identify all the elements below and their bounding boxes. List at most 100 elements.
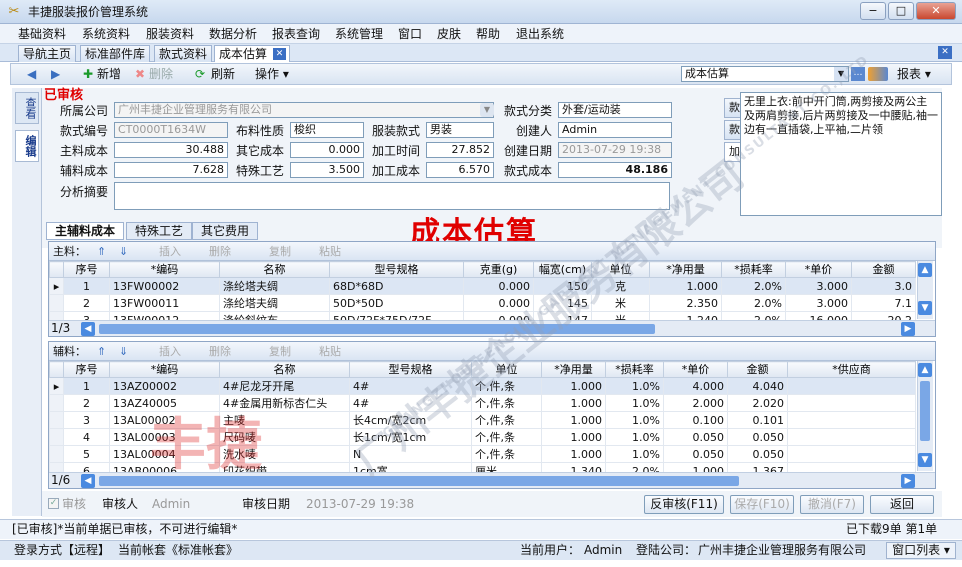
table-cell[interactable]: 1 — [63, 277, 110, 295]
table-cell[interactable]: 1.000 — [541, 428, 606, 446]
column-header[interactable]: *供应商 — [787, 361, 916, 378]
table-cell[interactable]: 1.0% — [605, 428, 664, 446]
more-icon[interactable]: … — [851, 67, 865, 81]
scroll-thumb[interactable] — [99, 476, 739, 486]
table-cell[interactable]: 4#尼龙牙开尾 — [219, 377, 350, 395]
move-up-icon[interactable]: ⇑ — [97, 342, 106, 361]
column-header[interactable]: 金额 — [727, 361, 788, 378]
table-cell[interactable]: 3 — [63, 411, 110, 429]
report-menu[interactable]: 报表 ▾ — [897, 67, 931, 81]
column-header[interactable]: 型号规格 — [349, 361, 472, 378]
tab-home[interactable]: 导航主页 — [18, 45, 77, 62]
table-cell[interactable]: 13AZ00002 — [109, 377, 220, 395]
column-header[interactable]: *净用量 — [649, 261, 722, 278]
tab-cost-estimate[interactable]: 成本估算 ✕ — [214, 45, 291, 62]
column-header[interactable]: 克重(g) — [463, 261, 534, 278]
table-cell[interactable]: 4# — [349, 394, 472, 412]
table-cell[interactable]: 0.000 — [463, 277, 534, 295]
menu-help[interactable]: 帮助 — [476, 27, 500, 41]
table-cell[interactable]: 1.000 — [541, 445, 606, 463]
main-cost-field[interactable]: 30.488 — [114, 142, 228, 158]
table-cell[interactable]: 1.0% — [605, 411, 664, 429]
close-button[interactable]: ✕ — [916, 2, 956, 20]
column-header[interactable]: 序号 — [63, 261, 110, 278]
table-cell[interactable]: 1.0% — [605, 394, 664, 412]
table-cell[interactable]: 4#金属用新标杏仁头 — [219, 394, 350, 412]
table-cell[interactable] — [787, 377, 916, 395]
table-cell[interactable]: 4.040 — [727, 377, 788, 395]
table-cell[interactable]: 2 — [63, 294, 110, 312]
move-down-icon[interactable]: ⇓ — [119, 342, 128, 361]
table-cell[interactable] — [787, 445, 916, 463]
column-header[interactable]: *编码 — [109, 261, 220, 278]
table-cell[interactable]: 1.0% — [605, 445, 664, 463]
column-header[interactable]: *单价 — [785, 261, 852, 278]
table-cell[interactable]: 68D*68D — [329, 277, 464, 295]
table-row[interactable]: 4 13AL00003 尺码唛 长1cm/宽1cm 个,件,条 1.000 1.… — [49, 428, 916, 446]
form-select[interactable]: 成本估算 ▼ — [681, 66, 849, 82]
table-cell[interactable]: 0.101 — [727, 411, 788, 429]
next-record-icon[interactable]: ▶ — [51, 67, 60, 81]
table-row[interactable]: 2 13AZ40005 4#金属用新标杏仁头 4# 个,件,条 1.000 1.… — [49, 394, 916, 412]
table-cell[interactable]: 1.0% — [605, 377, 664, 395]
table-cell[interactable] — [787, 394, 916, 412]
table-cell[interactable]: 个,件,条 — [471, 445, 542, 463]
table-cell[interactable]: 13AZ40005 — [109, 394, 220, 412]
process-time-field[interactable]: 27.852 — [426, 142, 494, 158]
add-icon[interactable]: ✚ — [83, 67, 93, 81]
table-cell[interactable]: 150 — [533, 277, 592, 295]
table-cell[interactable]: 个,件,条 — [471, 411, 542, 429]
table-cell[interactable] — [787, 428, 916, 446]
table-cell[interactable]: 7.1 — [851, 294, 916, 312]
table-cell[interactable]: 5 — [63, 445, 110, 463]
column-header[interactable]: *单价 — [663, 361, 728, 378]
menu-system-data[interactable]: 系统资料 — [82, 27, 130, 41]
table-cell[interactable]: 米 — [591, 294, 650, 312]
tab-special-process[interactable]: 特殊工艺 — [126, 222, 193, 240]
menu-window[interactable]: 窗口 — [398, 27, 422, 41]
prev-record-icon[interactable]: ◀ — [27, 67, 36, 81]
table-cell[interactable]: 克 — [591, 277, 650, 295]
style-description-text[interactable]: 无里上衣:前中开门筒,两剪接及两公主及两肩剪接,后片两剪接及一中腰贴,袖一边有一… — [740, 92, 942, 216]
scroll-up-icon[interactable]: ▲ — [918, 363, 932, 377]
table-cell[interactable] — [787, 411, 916, 429]
table-cell[interactable]: 13FW00002 — [109, 277, 220, 295]
menu-analysis[interactable]: 数据分析 — [209, 27, 257, 41]
table-cell[interactable]: 2.0% — [721, 294, 786, 312]
table-cell[interactable]: 3.000 — [785, 294, 852, 312]
table-cell[interactable]: 1 — [63, 377, 110, 395]
minimize-button[interactable]: − — [860, 2, 886, 20]
column-header[interactable]: 金额 — [851, 261, 916, 278]
refresh-button[interactable]: 刷新 — [211, 67, 235, 81]
table-cell[interactable]: 13FW00011 — [109, 294, 220, 312]
move-down-icon[interactable]: ⇓ — [119, 242, 128, 261]
chart-icon[interactable] — [868, 67, 888, 81]
table-cell[interactable]: 4# — [349, 377, 472, 395]
scroll-down-icon[interactable]: ▼ — [918, 301, 932, 315]
table-cell[interactable]: 0.050 — [727, 445, 788, 463]
column-header[interactable]: *损耗率 — [605, 361, 664, 378]
menu-garment[interactable]: 服装资料 — [146, 27, 194, 41]
back-button[interactable]: 返回 — [870, 495, 934, 514]
process-cost-field[interactable]: 6.570 — [426, 162, 494, 178]
column-header[interactable]: *编码 — [109, 361, 220, 378]
table-cell[interactable]: 13AL00003 — [109, 428, 220, 446]
move-up-icon[interactable]: ⇑ — [97, 242, 106, 261]
analysis-field[interactable] — [114, 182, 670, 210]
table-cell[interactable]: N — [349, 445, 472, 463]
column-header[interactable]: 序号 — [63, 361, 110, 378]
table-cell[interactable]: 4.000 — [663, 377, 728, 395]
table-cell[interactable]: 1.000 — [541, 377, 606, 395]
table-cell[interactable]: 0.050 — [663, 445, 728, 463]
column-header[interactable]: 名称 — [219, 261, 330, 278]
table-cell[interactable]: 0.050 — [727, 428, 788, 446]
table-cell[interactable]: 3.0 — [851, 277, 916, 295]
table-cell[interactable]: 13AL00004 — [109, 445, 220, 463]
tab-other-fees[interactable]: 其它费用 — [192, 222, 259, 240]
special-field[interactable]: 3.500 — [290, 162, 364, 178]
other-cost-field[interactable]: 0.000 — [290, 142, 364, 158]
scroll-thumb[interactable] — [99, 324, 655, 334]
table-row[interactable]: 2 13FW00011 涤纶塔夫绸 50D*50D 0.000 145 米 2.… — [49, 294, 916, 312]
table-cell[interactable]: 2 — [63, 394, 110, 412]
table-row[interactable]: 3 13AL00002 主唛 长4cm/宽2cm 个,件,条 1.000 1.0… — [49, 411, 916, 429]
